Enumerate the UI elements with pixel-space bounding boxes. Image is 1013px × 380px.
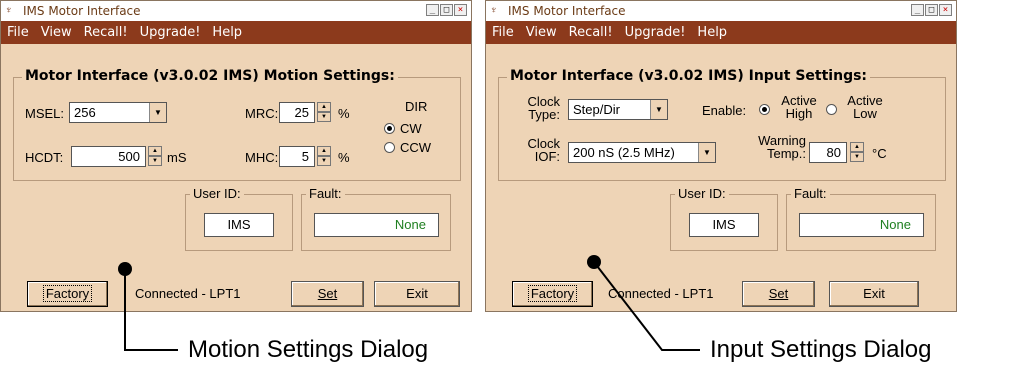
dir-ccw-label: CCW	[400, 140, 432, 155]
dir-cw-radio[interactable]	[384, 123, 395, 134]
maximize-button[interactable]: □	[925, 4, 938, 16]
window-title: IMS Motor Interface	[508, 4, 626, 18]
set-button[interactable]: Set	[742, 281, 815, 307]
menu-upgrade[interactable]: Upgrade!	[625, 25, 686, 40]
msel-label: MSEL:	[25, 106, 65, 121]
menu-view[interactable]: View	[526, 25, 557, 40]
fault-value: None	[799, 213, 924, 237]
set-button-label: Set	[317, 286, 338, 301]
msel-value: 256	[74, 105, 96, 120]
active-low-label-2: Low	[853, 106, 877, 121]
user-id-value: IMS	[689, 213, 759, 237]
menu-bar: File View Recall! Upgrade! Help	[1, 21, 471, 44]
dir-label: DIR	[405, 99, 428, 114]
mrc-label: MRC:	[245, 106, 279, 121]
input-settings-window: ♆ IMS Motor Interface _ □ × File View Re…	[485, 0, 957, 312]
hcdt-unit: mS	[167, 150, 187, 165]
callout-dot-right	[587, 255, 601, 269]
connection-status: Connected - LPT1	[608, 286, 714, 301]
motion-settings-window: ♆ IMS Motor Interface _ □ × File View Re…	[0, 0, 472, 312]
minimize-button[interactable]: _	[426, 4, 439, 16]
minimize-button[interactable]: _	[911, 4, 924, 16]
close-button[interactable]: ×	[454, 4, 467, 16]
title-bar: ♆ IMS Motor Interface _ □ ×	[1, 1, 471, 21]
warning-temp-spinner[interactable]: ▲ ▼	[850, 142, 864, 163]
hcdt-input[interactable]: 500	[71, 146, 146, 167]
menu-bar: File View Recall! Upgrade! Help	[486, 21, 956, 44]
exit-button[interactable]: Exit	[829, 281, 919, 307]
menu-file[interactable]: File	[492, 25, 514, 40]
app-icon: ♆	[490, 5, 498, 16]
factory-button[interactable]: Factory	[27, 281, 108, 307]
close-button[interactable]: ×	[939, 4, 952, 16]
caption-motion-settings: Motion Settings Dialog	[188, 336, 429, 363]
msel-select[interactable]: 256 ▼	[69, 102, 167, 123]
menu-upgrade[interactable]: Upgrade!	[140, 25, 201, 40]
clock-type-select[interactable]: Step/Dir ▼	[568, 99, 668, 120]
mhc-unit: %	[338, 150, 350, 165]
factory-button-label: Factory	[42, 285, 93, 302]
menu-recall[interactable]: Recall!	[84, 25, 128, 40]
maximize-button[interactable]: □	[440, 4, 453, 16]
title-bar: ♆ IMS Motor Interface _ □ ×	[486, 1, 956, 21]
exit-button-label: Exit	[406, 286, 428, 301]
mrc-input[interactable]: 25	[279, 102, 315, 123]
hcdt-spinner[interactable]: ▲ ▼	[148, 146, 162, 167]
callout-dot-left	[118, 262, 132, 276]
user-id-label: User ID:	[190, 186, 244, 201]
connection-status: Connected - LPT1	[135, 286, 241, 301]
clock-iof-value: 200 nS (2.5 MHz)	[573, 145, 675, 160]
chevron-down-icon[interactable]: ▼	[698, 143, 715, 162]
chevron-down-icon[interactable]: ▼	[149, 103, 166, 122]
user-id-value: IMS	[204, 213, 274, 237]
dir-cw-label: CW	[400, 121, 422, 136]
fault-label: Fault:	[306, 186, 345, 201]
window-title: IMS Motor Interface	[23, 4, 141, 18]
dir-ccw-radio[interactable]	[384, 142, 395, 153]
menu-view[interactable]: View	[41, 25, 72, 40]
clock-iof-select[interactable]: 200 nS (2.5 MHz) ▼	[568, 142, 716, 163]
clock-type-label-2: Type:	[528, 107, 560, 122]
menu-recall[interactable]: Recall!	[569, 25, 613, 40]
app-icon: ♆	[5, 5, 13, 16]
enable-active-high-radio[interactable]	[759, 104, 770, 115]
warning-temp-unit: °C	[872, 146, 887, 161]
caption-input-settings: Input Settings Dialog	[710, 336, 932, 363]
user-id-label: User ID:	[675, 186, 729, 201]
set-button-label: Set	[768, 286, 789, 301]
menu-help[interactable]: Help	[212, 25, 242, 40]
menu-help[interactable]: Help	[697, 25, 727, 40]
group-title: Motor Interface (v3.0.02 IMS) Input Sett…	[507, 68, 871, 84]
enable-label: Enable:	[702, 103, 747, 118]
mhc-input[interactable]: 5	[279, 146, 315, 167]
mhc-spinner[interactable]: ▲ ▼	[317, 146, 331, 167]
warning-temp-input[interactable]: 80	[809, 142, 847, 163]
warning-temp-label-2: Temp.:	[766, 146, 806, 161]
active-high-label-2: High	[785, 106, 813, 121]
factory-button-label: Factory	[527, 285, 578, 302]
fault-label: Fault:	[791, 186, 830, 201]
mrc-unit: %	[338, 106, 350, 121]
fault-value: None	[314, 213, 439, 237]
mhc-label: MHC:	[245, 150, 279, 165]
menu-file[interactable]: File	[7, 25, 29, 40]
enable-active-low-radio[interactable]	[826, 104, 837, 115]
hcdt-label: HCDT:	[25, 150, 64, 165]
chevron-down-icon[interactable]: ▼	[650, 100, 667, 119]
exit-button[interactable]: Exit	[374, 281, 460, 307]
factory-button[interactable]: Factory	[512, 281, 593, 307]
mrc-spinner[interactable]: ▲ ▼	[317, 102, 331, 123]
clock-iof-label-2: IOF:	[534, 149, 560, 164]
clock-type-value: Step/Dir	[573, 102, 620, 117]
exit-button-label: Exit	[863, 286, 885, 301]
group-title: Motor Interface (v3.0.02 IMS) Motion Set…	[22, 68, 398, 84]
set-button[interactable]: Set	[291, 281, 364, 307]
